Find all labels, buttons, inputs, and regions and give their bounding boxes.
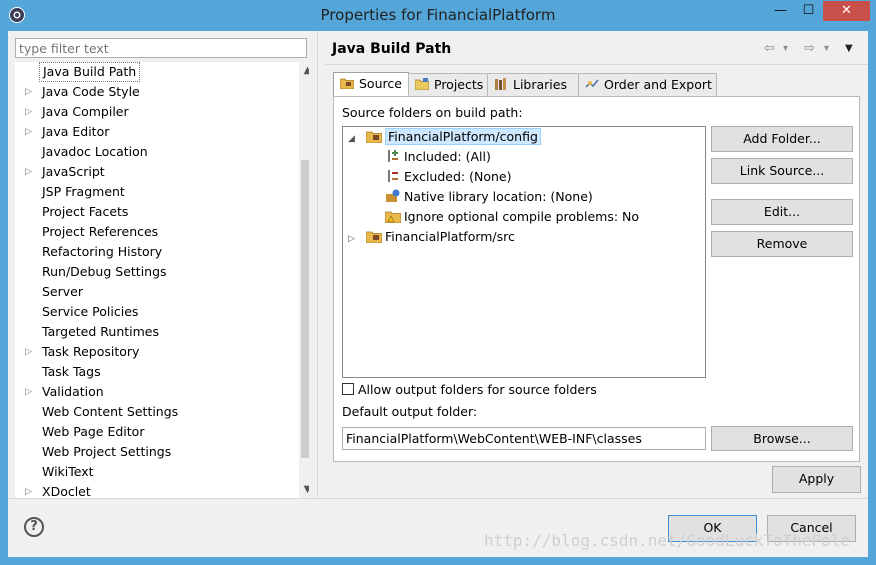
expand-icon[interactable]: ▷ <box>348 229 362 249</box>
source-folder-icon <box>365 231 382 243</box>
sidebar-item-label: Java Editor <box>42 124 110 139</box>
tab-source[interactable]: Source <box>333 72 409 98</box>
header-separator <box>325 64 868 65</box>
properties-window: Properties for FinancialPlatform — ☐ ✕ J… <box>0 0 876 565</box>
sidebar-item-label: Task Tags <box>42 364 101 379</box>
expand-icon[interactable]: ▷ <box>25 382 35 402</box>
pane-splitter[interactable] <box>317 31 318 497</box>
back-dropdown-icon[interactable]: ▾ <box>783 43 788 54</box>
sidebar-item-label: Java Compiler <box>42 104 129 119</box>
tab-order-export-label: Order and Export <box>604 77 712 92</box>
property-tree: Java Build Path ▷ Java Code Style ▷ Java Com… <box>15 62 309 498</box>
expand-icon[interactable]: ▷ <box>25 162 35 182</box>
inclusion-filter-icon <box>388 150 398 162</box>
tree-node-label: FinancialPlatform/config <box>384 128 541 145</box>
expand-icon[interactable]: ▷ <box>25 482 35 498</box>
back-icon[interactable]: ⇦ <box>764 41 775 56</box>
tree-node-config[interactable]: ◢ FinancialPlatform/config <box>348 127 541 147</box>
browse-button[interactable]: Browse... <box>711 426 853 451</box>
source-folder-tree[interactable]: ◢ FinancialPlatform/config Included: (Al… <box>342 126 706 378</box>
allow-output-checkbox[interactable] <box>342 383 354 395</box>
scroll-thumb[interactable] <box>301 160 309 458</box>
tree-node-label: Native library location: (None) <box>404 189 593 204</box>
native-library-icon <box>386 189 400 202</box>
sidebar-item-label: Project Facets <box>42 204 129 219</box>
collapse-icon[interactable]: ◢ <box>348 129 362 149</box>
footer-separator <box>8 498 868 499</box>
tree-node-label: Included: (All) <box>404 149 491 164</box>
default-output-field[interactable]: FinancialPlatform\WebContent\WEB-INF\cla… <box>342 427 706 450</box>
sidebar-item-label: JSP Fragment <box>42 184 125 199</box>
tree-scrollbar[interactable]: ▲ ▼ <box>299 62 309 498</box>
source-tab-panel: Source folders on build path: ◢ Financia… <box>333 96 860 462</box>
tree-node-native-library[interactable]: Native library location: (None) <box>385 187 593 207</box>
tree-node-excluded[interactable]: Excluded: (None) <box>385 167 511 187</box>
close-button[interactable]: ✕ <box>823 1 870 21</box>
sidebar-item-label: Web Project Settings <box>42 444 172 459</box>
sidebar-item-label: Project References <box>42 224 159 239</box>
default-output-label: Default output folder: <box>342 404 478 419</box>
tab-projects[interactable]: Projects <box>408 73 488 97</box>
forward-icon[interactable]: ⇨ <box>804 41 815 56</box>
sidebar-item-label: Java Build Path <box>39 62 141 82</box>
tab-order-export[interactable]: Order and Export <box>578 73 717 97</box>
sidebar-item-label: Refactoring History <box>42 244 163 259</box>
tree-node-label: Excluded: (None) <box>404 169 512 184</box>
sidebar-item-label: WikiText <box>42 464 94 479</box>
maximize-button[interactable]: ☐ <box>795 1 822 21</box>
tree-node-label: FinancialPlatform/src <box>384 229 515 244</box>
apply-button[interactable]: Apply <box>772 466 861 493</box>
filter-input[interactable] <box>15 38 307 58</box>
window-title: Properties for FinancialPlatform <box>320 6 556 24</box>
sidebar-item-label: Targeted Runtimes <box>42 324 159 339</box>
sidebar-item-label: XDoclet <box>42 484 91 498</box>
help-icon[interactable]: ? <box>24 517 44 537</box>
tree-node-ignore-problems[interactable]: Ignore optional compile problems: No <box>385 207 639 227</box>
warning-folder-icon <box>385 211 401 223</box>
sidebar-item-label: Server <box>42 284 83 299</box>
view-menu-icon[interactable]: ▼ <box>845 43 853 54</box>
link-source-button[interactable]: Link Source... <box>711 158 853 184</box>
scroll-up-icon[interactable]: ▲ <box>299 62 309 79</box>
sidebar-item-label: Web Page Editor <box>42 424 145 439</box>
expand-icon[interactable]: ▷ <box>25 342 35 362</box>
add-folder-button[interactable]: Add Folder... <box>711 126 853 152</box>
title-bar[interactable]: Properties for FinancialPlatform — ☐ ✕ <box>0 0 876 31</box>
sidebar-item-label: Validation <box>42 384 104 399</box>
tab-libraries[interactable]: Libraries <box>487 73 579 97</box>
sidebar-item-label: Web Content Settings <box>42 404 179 419</box>
tab-source-label: Source <box>359 76 402 91</box>
dialog-body: Java Build Path▷Java Code Style▷Java Com… <box>8 31 868 557</box>
libraries-icon <box>495 78 506 90</box>
sidebar-item-label: Service Policies <box>42 304 139 319</box>
allow-output-label[interactable]: Allow output folders for source folders <box>358 382 597 397</box>
tab-projects-label: Projects <box>434 77 484 92</box>
projects-icon <box>415 78 429 90</box>
source-folders-heading: Source folders on build path: <box>342 105 523 120</box>
tree-node-label: Ignore optional compile problems: No <box>404 209 640 224</box>
watermark: http://blog.csdn.net/GoodLuckToThePole <box>484 531 851 550</box>
forward-dropdown-icon[interactable]: ▾ <box>824 43 829 54</box>
expand-icon[interactable]: ▷ <box>25 122 35 142</box>
source-folder-icon <box>340 78 354 89</box>
sidebar-item-label: Javadoc Location <box>42 144 148 159</box>
exclusion-filter-icon <box>388 170 398 182</box>
sidebar-item-label: Task Repository <box>42 344 140 359</box>
minimize-button[interactable]: — <box>767 1 794 21</box>
remove-button[interactable]: Remove <box>711 231 853 257</box>
tree-node-included[interactable]: Included: (All) <box>385 147 491 167</box>
scroll-down-icon[interactable]: ▼ <box>299 481 309 498</box>
page-title: Java Build Path <box>332 41 452 57</box>
expand-icon[interactable]: ▷ <box>25 82 35 102</box>
source-folder-icon <box>365 131 382 143</box>
sidebar-item-label: JavaScript <box>42 164 105 179</box>
order-export-icon <box>585 79 599 88</box>
sidebar-item-label: Run/Debug Settings <box>42 264 167 279</box>
tree-node-src[interactable]: ▷ FinancialPlatform/src <box>348 227 515 247</box>
edit-button[interactable]: Edit... <box>711 199 853 225</box>
expand-icon[interactable]: ▷ <box>25 102 35 122</box>
sidebar-item-label: Java Code Style <box>42 84 140 99</box>
tab-libraries-label: Libraries <box>513 77 567 92</box>
